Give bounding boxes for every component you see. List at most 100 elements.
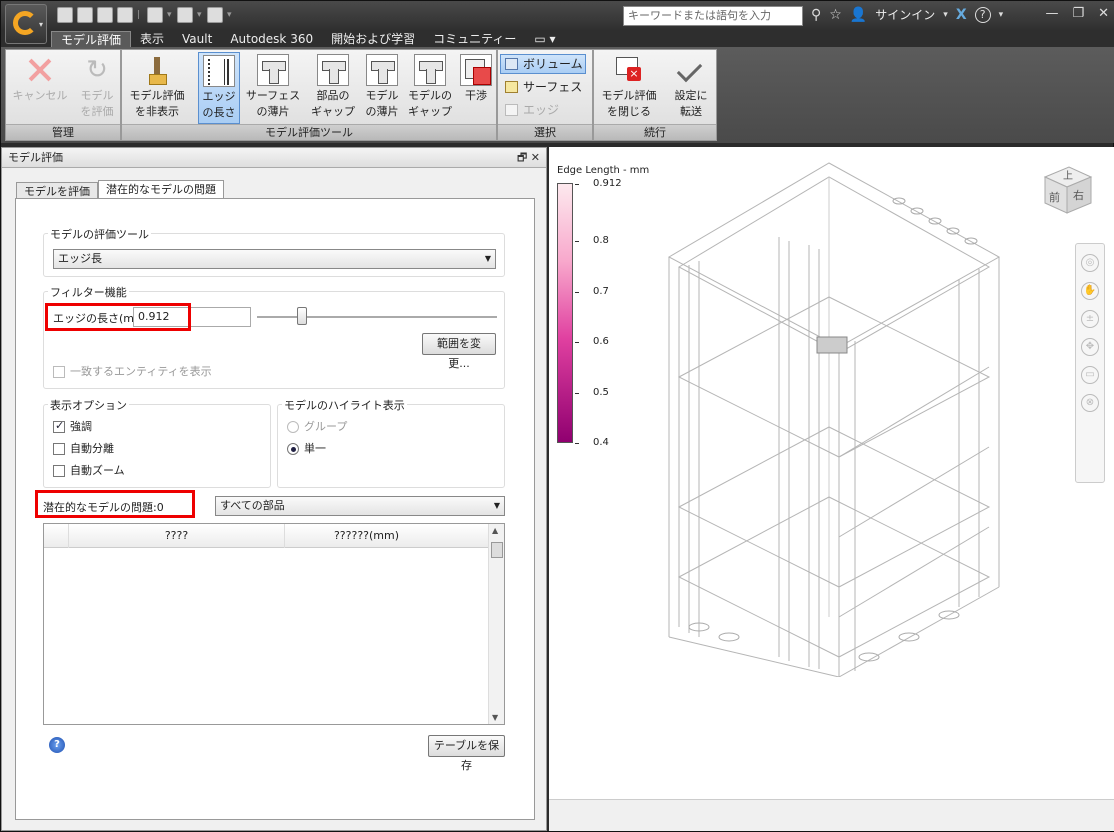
tab-potential-issues[interactable]: 潜在的なモデルの問題 bbox=[98, 180, 224, 200]
highlight-group-label: モデルのハイライト表示 bbox=[282, 397, 407, 413]
panel-select: ボリューム サーフェス エッジ 選択 bbox=[497, 49, 593, 141]
display-icon[interactable] bbox=[207, 7, 223, 23]
cube-icon[interactable] bbox=[177, 7, 193, 23]
close-icon[interactable]: ✕ bbox=[1098, 6, 1109, 21]
model-gap-button[interactable]: モデルの ギャップ bbox=[404, 52, 456, 124]
scroll-up-icon[interactable]: ▲ bbox=[492, 526, 498, 535]
cabinet-model[interactable] bbox=[659, 157, 1059, 677]
model-gap-label-2: ギャップ bbox=[408, 105, 452, 118]
ribbon: キャンセル ↻ モデル を評価 管理 モデル評価 を非表示 エッジ の長さ サー… bbox=[1, 47, 1114, 143]
interference-icon bbox=[460, 54, 492, 86]
save-table-button[interactable]: テーブルを保存 bbox=[428, 735, 505, 772]
table-scrollbar[interactable]: ▲ ▼ bbox=[488, 524, 504, 724]
legend-tick: 0.6 bbox=[575, 336, 609, 347]
surface-slice-button[interactable]: サーフェス の薄片 bbox=[242, 52, 304, 124]
tab-getting-started[interactable]: 開始および学習 bbox=[322, 31, 424, 47]
tab-view[interactable]: 表示 bbox=[131, 31, 173, 47]
help-icon[interactable]: ? bbox=[49, 737, 65, 753]
customize-qat-icon[interactable]: ▾ bbox=[227, 7, 233, 23]
panel-title-select: 選択 bbox=[498, 124, 592, 140]
graphics-viewport[interactable]: Edge Length - mm 0.912 0.8 0.7 0.6 0.5 0… bbox=[549, 147, 1114, 799]
auto-zoom-checkbox[interactable]: 自動ズーム bbox=[53, 464, 125, 478]
table-header-col2[interactable]: ??????(mm) bbox=[284, 524, 448, 548]
tab-model-eval[interactable]: モデル評価 bbox=[51, 31, 132, 47]
group-radio[interactable]: グループ bbox=[287, 420, 347, 434]
help-dropdown-icon[interactable]: ▾ bbox=[999, 10, 1004, 20]
binoculars-icon[interactable]: ⚲ bbox=[811, 7, 821, 23]
chevron-down-icon: ▼ bbox=[484, 254, 491, 263]
edge-length-slider-track[interactable] bbox=[257, 316, 497, 318]
transfer-label-1: 設定に bbox=[674, 89, 708, 102]
parts-filter-select[interactable]: すべての部品 ▼ bbox=[215, 496, 505, 516]
tab-community[interactable]: コミュニティー bbox=[424, 31, 525, 47]
zoom-icon[interactable]: ± bbox=[1081, 310, 1099, 328]
ribbon-minimize-icon[interactable]: ▭ ▾ bbox=[525, 31, 564, 47]
signin-link[interactable]: サインイン bbox=[875, 6, 935, 23]
part-gap-button[interactable]: 部品の ギャップ bbox=[308, 52, 358, 124]
auto-isolate-checkbox[interactable]: 自動分離 bbox=[53, 442, 114, 456]
help-icon[interactable]: ? bbox=[974, 6, 991, 23]
tab-autodesk360[interactable]: Autodesk 360 bbox=[221, 31, 322, 47]
pan-hand-icon[interactable]: ✋ bbox=[1081, 282, 1099, 300]
model-slice-button[interactable]: モデル の薄片 bbox=[362, 52, 402, 124]
save-icon[interactable] bbox=[97, 7, 113, 23]
model-slice-label-1: モデル bbox=[365, 89, 399, 102]
transfer-settings-button[interactable]: 設定に 転送 bbox=[668, 52, 714, 124]
viewcube[interactable]: 上 前 右 bbox=[1041, 163, 1095, 217]
panel-close-icon[interactable]: ✕ bbox=[531, 151, 540, 164]
select-icon[interactable] bbox=[147, 7, 163, 23]
restore-icon[interactable]: ❐ bbox=[1072, 6, 1084, 21]
viewcube-right[interactable]: 右 bbox=[1073, 187, 1084, 203]
table-header-col1[interactable]: ???? bbox=[68, 524, 284, 548]
favorite-star-icon[interactable]: ☆ bbox=[829, 7, 842, 23]
orbit-icon[interactable]: ✥ bbox=[1081, 338, 1099, 356]
viewcube-front[interactable]: 前 bbox=[1049, 189, 1060, 205]
cancel-x-icon bbox=[24, 54, 56, 86]
single-radio[interactable]: 単一 bbox=[287, 442, 326, 456]
close-eval-button[interactable]: モデル評価 を閉じる bbox=[596, 52, 662, 124]
new-icon[interactable] bbox=[57, 7, 73, 23]
viewcube-top[interactable]: 上 bbox=[1063, 167, 1073, 182]
evaluate-model-button[interactable]: ↻ モデル を評価 bbox=[74, 52, 120, 124]
exchange-x-icon[interactable]: X bbox=[956, 7, 967, 23]
highlight-box-edge-length bbox=[45, 303, 191, 331]
tool-select[interactable]: エッジ長 ▼ bbox=[53, 249, 496, 269]
title-bar-tools: ⚲ ☆ 👤 サインイン ▾ X ? ▾ bbox=[811, 6, 1003, 23]
legend-tick: 0.4 bbox=[575, 437, 609, 448]
edge-label: エッジ bbox=[523, 103, 560, 117]
model-gap-label-1: モデルの bbox=[408, 89, 452, 102]
panel-tabs: モデルを評価 潜在的なモデルの問題 bbox=[16, 180, 224, 200]
dropdown-arrow-icon[interactable]: ▾ bbox=[167, 7, 173, 23]
checkbox-box bbox=[53, 419, 65, 433]
panel-controls: 🗗 ✕ bbox=[517, 148, 540, 168]
checkbox-box bbox=[53, 465, 65, 477]
nav-settings-icon[interactable]: ⊗ bbox=[1081, 394, 1099, 412]
scroll-down-icon[interactable]: ▼ bbox=[492, 713, 498, 722]
float-icon[interactable]: 🗗 bbox=[517, 151, 527, 164]
window-controls: — ❐ ✕ bbox=[1045, 6, 1109, 21]
open-icon[interactable] bbox=[77, 7, 93, 23]
select-volume-button[interactable]: ボリューム bbox=[500, 54, 586, 74]
show-matching-checkbox[interactable]: 一致するエンティティを表示 bbox=[53, 365, 212, 379]
application-menu-button[interactable]: ▾ bbox=[5, 4, 47, 44]
signin-dropdown-icon[interactable]: ▾ bbox=[943, 10, 948, 20]
emphasis-checkbox[interactable]: 強調 bbox=[53, 419, 92, 434]
hide-eval-label-2: を非表示 bbox=[135, 105, 179, 118]
interference-button[interactable]: 干渉 bbox=[458, 52, 494, 124]
radio-circle bbox=[287, 443, 299, 455]
scroll-thumb[interactable] bbox=[491, 542, 503, 558]
dropdown-arrow-icon[interactable]: ▾ bbox=[197, 7, 203, 23]
save-as-icon[interactable] bbox=[117, 7, 133, 23]
look-at-icon[interactable]: ▭ bbox=[1081, 366, 1099, 384]
select-surface-button[interactable]: サーフェス bbox=[500, 77, 586, 97]
edge-length-button[interactable]: エッジ の長さ bbox=[198, 52, 240, 124]
select-edge-button[interactable]: エッジ bbox=[500, 100, 586, 120]
tab-vault[interactable]: Vault bbox=[173, 31, 221, 47]
search-input[interactable]: キーワードまたは語句を入力 bbox=[623, 6, 803, 26]
cancel-button[interactable]: キャンセル bbox=[8, 52, 72, 124]
minimize-icon[interactable]: — bbox=[1045, 6, 1058, 21]
change-range-button[interactable]: 範囲を変更... bbox=[422, 333, 496, 370]
hide-eval-button[interactable]: モデル評価 を非表示 bbox=[124, 52, 190, 124]
steering-wheel-icon[interactable]: ◎ bbox=[1081, 254, 1099, 272]
edge-length-slider-thumb[interactable] bbox=[297, 307, 307, 325]
